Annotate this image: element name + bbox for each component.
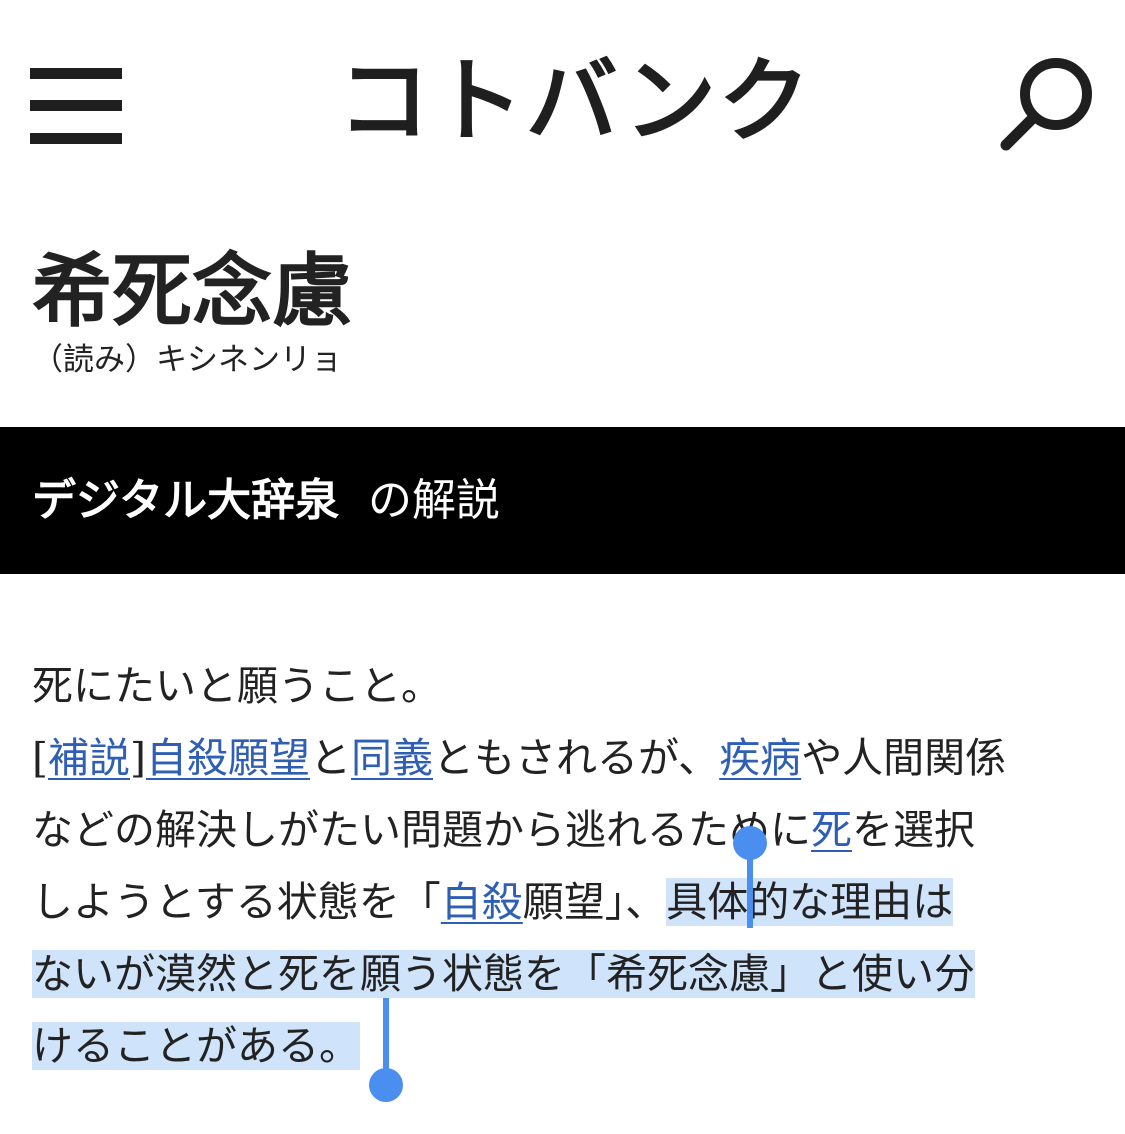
definition-text: や人間関係 [801, 734, 1007, 782]
bracket-open: [ [32, 734, 48, 782]
site-header: コトバンク [0, 0, 1125, 190]
jisatsu-ganbou-link[interactable]: 自殺願望 [146, 734, 310, 782]
definition-text: などの解決しがたい問題から逃れるために [32, 806, 811, 854]
definition-text: しようとする状態を「 [32, 878, 441, 926]
dictionary-section-header: デジタル大辞泉 の解説 [0, 427, 1125, 574]
definition-text: を選択 [852, 806, 975, 854]
bracket-close: ] [130, 734, 146, 782]
hamburger-menu-icon[interactable] [30, 68, 122, 146]
jisatsu-link[interactable]: 自殺 [441, 878, 523, 926]
site-logo[interactable]: コトバンク [330, 52, 820, 152]
definition-body: 死にたいと願うこと。 [補説]自殺願望と同義ともされるが、疾病や人間関係 などの… [32, 650, 1097, 1082]
selection-start-caret [747, 852, 753, 928]
selected-text[interactable]: 具体的な理由は [666, 878, 954, 926]
menu-bar [30, 133, 122, 144]
search-icon-glyph [1000, 58, 1092, 151]
dictionary-source-link[interactable]: デジタル大辞泉 [32, 473, 339, 529]
menu-bar [30, 68, 122, 79]
definition-line: けることがある。 [32, 1010, 1097, 1082]
entry-reading: （読み）キシネンリョ [32, 342, 342, 378]
selection-end-caret [383, 998, 389, 1076]
entry-title: 希死念慮 [32, 244, 352, 338]
dougi-link[interactable]: 同義 [351, 734, 433, 782]
definition-line: などの解決しがたい問題から逃れるために死を選択 [32, 794, 1097, 866]
selected-text[interactable]: けることがある。 [32, 1022, 360, 1070]
dictionary-source-suffix: の解説 [368, 475, 500, 526]
definition-text: と [310, 734, 351, 782]
shippei-link[interactable]: 疾病 [719, 734, 801, 782]
menu-bar [30, 100, 122, 111]
definition-line: しようとする状態を「自殺願望」、具体的な理由は [32, 866, 1097, 938]
shi-link[interactable]: 死 [811, 806, 852, 854]
definition-line: 死にたいと願うこと。 [32, 650, 1097, 722]
selection-end-handle[interactable] [369, 1068, 403, 1102]
hosetsu-link[interactable]: 補説 [48, 734, 130, 782]
definition-line: ないが漠然と死を願う状態を「希死念慮」と使い分 [32, 938, 1097, 1010]
definition-text: 願望」、 [522, 878, 667, 926]
search-icon[interactable] [998, 56, 1098, 152]
definition-text: 死にたいと願うこと。 [32, 662, 442, 710]
selected-text[interactable]: ないが漠然と死を願う状態を「希死念慮」と使い分 [32, 950, 975, 998]
definition-text: ともされるが、 [433, 734, 720, 782]
definition-line: [補説]自殺願望と同義ともされるが、疾病や人間関係 [32, 722, 1097, 794]
selection-start-handle[interactable] [733, 826, 767, 860]
